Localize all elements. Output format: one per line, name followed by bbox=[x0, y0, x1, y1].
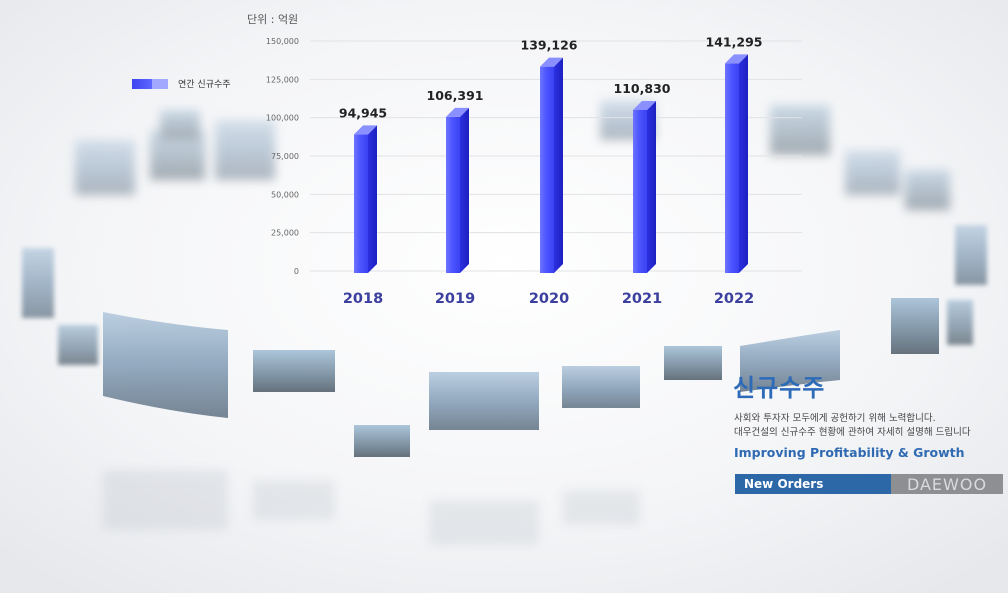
banner-label: New Orders bbox=[735, 474, 891, 494]
y-tick-label: 75,000 bbox=[271, 152, 299, 161]
y-tick-label: 100,000 bbox=[266, 114, 299, 123]
value-label: 139,126 bbox=[521, 38, 578, 53]
y-axis-ticks: 0 25,000 50,000 75,000 100,000 125,000 150,000 bbox=[266, 37, 299, 276]
legend-swatch bbox=[132, 78, 168, 89]
description-line-1: 사회와 투자자 모두에게 공헌하기 위해 노력합니다. bbox=[734, 413, 936, 424]
category-label: 2022 bbox=[714, 291, 754, 307]
category-label: 2018 bbox=[343, 291, 383, 307]
bar-side bbox=[368, 125, 377, 273]
value-label: 94,945 bbox=[339, 105, 387, 120]
brand-logo: DAEWOO bbox=[891, 474, 1003, 494]
value-label: 110,830 bbox=[614, 81, 671, 96]
value-label: 106,391 bbox=[427, 88, 484, 103]
category-label: 2020 bbox=[529, 291, 569, 307]
unit-label: 단위 : 억원 bbox=[247, 13, 299, 26]
y-tick-label: 150,000 bbox=[266, 37, 299, 46]
value-label: 141,295 bbox=[706, 34, 763, 49]
x-axis-categories: 2018 2019 2020 2021 2022 bbox=[343, 291, 754, 307]
bar-side bbox=[554, 57, 563, 274]
section-title: 신규수주 bbox=[733, 374, 826, 402]
bar-side bbox=[460, 107, 469, 274]
y-tick-label: 50,000 bbox=[271, 190, 299, 199]
bar-front bbox=[540, 66, 554, 274]
bar-side bbox=[647, 101, 656, 273]
category-label: 2019 bbox=[435, 291, 475, 307]
legend: 연간 신규수주 bbox=[132, 77, 231, 90]
category-label: 2021 bbox=[622, 291, 662, 307]
y-tick-label: 125,000 bbox=[266, 75, 299, 84]
bar-front bbox=[725, 63, 739, 273]
legend-label: 연간 신규수주 bbox=[178, 80, 231, 90]
bars bbox=[354, 54, 748, 274]
bar-side bbox=[739, 54, 748, 273]
tagline: Improving Profitability & Growth bbox=[734, 445, 965, 460]
y-tick-label: 0 bbox=[294, 267, 299, 276]
description-line-2: 대우건설의 신규수주 현황에 관하여 자세히 설명해 드립니다 bbox=[734, 427, 971, 438]
y-tick-label: 25,000 bbox=[271, 229, 299, 238]
bar-front bbox=[354, 134, 368, 273]
bar-front bbox=[633, 110, 647, 273]
section-description: 사회와 투자자 모두에게 공헌하기 위해 노력합니다. 대우건설의 신규수주 현… bbox=[734, 412, 971, 440]
new-orders-banner: New Orders DAEWOO bbox=[735, 474, 1003, 494]
bar-front bbox=[446, 116, 460, 274]
